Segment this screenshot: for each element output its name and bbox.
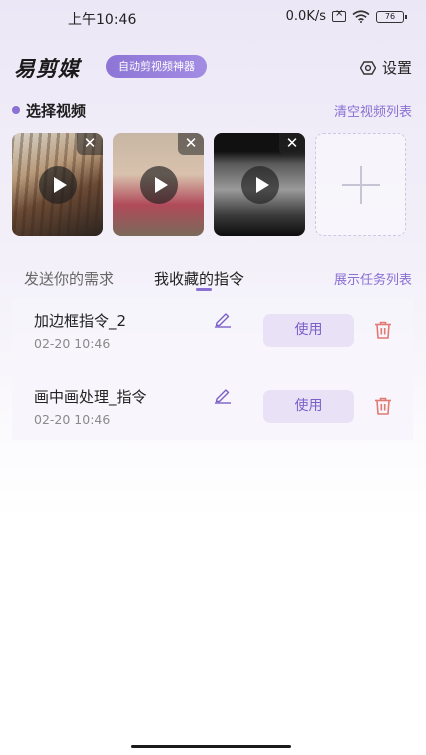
trash-icon[interactable] [373, 320, 393, 340]
command-time: 02-20 10:46 [34, 412, 111, 427]
edit-icon[interactable] [214, 386, 232, 404]
command-name: 画中画处理_指令 [34, 388, 147, 406]
command-name: 加边框指令_2 [34, 312, 127, 330]
remove-video-icon[interactable]: ✕ [178, 133, 204, 155]
play-icon[interactable] [240, 165, 279, 204]
select-video-header: 选择视频 清空视频列表 [12, 100, 412, 120]
clear-video-list-link[interactable]: 清空视频列表 [334, 101, 412, 120]
trash-icon[interactable] [373, 396, 393, 416]
settings-button[interactable]: 设置 [359, 57, 412, 78]
status-time: 上午10:46 [68, 12, 137, 28]
wifi-icon [352, 10, 370, 23]
app-header: 易剪媒 自动剪视频神器 设置 [14, 52, 412, 82]
app-logo: 易剪媒 [14, 56, 80, 81]
show-task-list-link[interactable]: 展示任务列表 [334, 269, 412, 288]
use-command-button[interactable]: 使用 [263, 314, 354, 347]
gear-icon [359, 60, 376, 75]
tab-send-request[interactable]: 发送你的需求 [24, 268, 114, 289]
video-thumbnail[interactable]: ✕ [214, 133, 305, 236]
video-thumbnail[interactable]: ✕ [113, 133, 204, 236]
select-video-title: 选择视频 [26, 102, 87, 120]
list-item: 加边框指令_2 02-20 10:46 使用 [12, 298, 413, 364]
home-indicator[interactable] [131, 745, 291, 748]
settings-label: 设置 [381, 59, 412, 77]
play-icon[interactable] [139, 165, 178, 204]
remove-video-icon[interactable]: ✕ [279, 133, 305, 155]
section-dot [12, 106, 20, 114]
play-icon[interactable] [38, 165, 77, 204]
add-video-button[interactable] [315, 133, 406, 236]
command-time: 02-20 10:46 [34, 336, 111, 351]
status-bar: 上午10:46 0.0K/s 76 [0, 0, 426, 34]
status-indicators: 0.0K/s 76 [285, 8, 407, 24]
video-thumbnail[interactable]: ✕ [12, 133, 103, 236]
tab-favorite-commands[interactable]: 我收藏的指令 [154, 268, 244, 289]
battery-icon: 76 [376, 10, 407, 23]
video-thumbnail-list: ✕ ✕ ✕ [12, 133, 406, 236]
active-tab-indicator [196, 288, 212, 291]
edit-icon[interactable] [214, 310, 232, 328]
no-sim-icon [332, 8, 346, 22]
favorite-command-list: 加边框指令_2 02-20 10:46 使用 画中画处理_指令 02-20 10… [12, 298, 413, 450]
network-speed: 0.0K/s [285, 9, 326, 24]
use-command-button[interactable]: 使用 [263, 390, 354, 423]
list-item: 画中画处理_指令 02-20 10:46 使用 [12, 374, 413, 440]
app-slogan-badge: 自动剪视频神器 [106, 55, 207, 78]
command-tabs: 发送你的需求 我收藏的指令 展示任务列表 [24, 268, 412, 292]
remove-video-icon[interactable]: ✕ [77, 133, 103, 155]
